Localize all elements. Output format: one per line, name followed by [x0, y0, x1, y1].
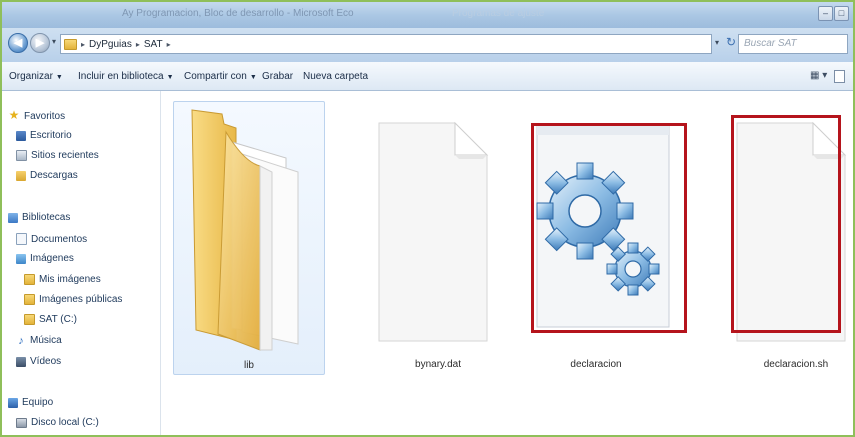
window-controls: – □ [818, 6, 849, 21]
folder-icon [24, 314, 35, 325]
address-dropdown[interactable]: ▾ [715, 38, 719, 47]
share-with-button[interactable]: Compartir con ▼ [184, 71, 257, 82]
pictures-icon [16, 253, 26, 264]
minimize-icon[interactable]: – [818, 6, 833, 21]
new-folder-button[interactable]: Nueva carpeta [303, 71, 368, 82]
nav-recent[interactable]: Sitios recientes [16, 150, 99, 161]
downloads-icon [16, 170, 26, 181]
folder-icon [24, 274, 35, 285]
nav-videos[interactable]: Vídeos [16, 356, 61, 367]
nav-computer[interactable]: Equipo [8, 397, 53, 408]
include-library-button[interactable]: Incluir en biblioteca ▼ [78, 71, 174, 82]
burn-button[interactable]: Grabar [262, 71, 293, 82]
highlight-frame [731, 115, 841, 333]
disk-drive-icon [16, 417, 27, 428]
window-title-ghost: Programas de ajuste [452, 8, 545, 19]
preview-pane-icon[interactable] [834, 70, 845, 83]
breadcrumb-sat[interactable]: SAT [144, 39, 163, 50]
video-icon [16, 356, 26, 367]
file-name: declaracion.sh [763, 359, 829, 370]
nav-music[interactable]: ♪ Música [16, 334, 61, 347]
nav-pictures[interactable]: Imágenes [16, 253, 74, 264]
back-button[interactable]: ◀ [8, 33, 28, 53]
nav-my-pictures[interactable]: Mis imágenes [24, 274, 101, 285]
desktop-icon [16, 130, 26, 141]
file-name: bynary.dat [415, 359, 461, 370]
file-name: lib [243, 360, 254, 371]
nav-downloads[interactable]: Descargas [16, 170, 78, 181]
nav-sat-drive[interactable]: SAT (C:) [24, 314, 77, 325]
command-bar: Organizar ▼ Incluir en biblioteca ▼ Compar… [2, 62, 853, 91]
maximize-icon[interactable]: □ [834, 6, 849, 21]
star-icon: ★ [8, 108, 20, 122]
search-input[interactable]: Buscar SAT [738, 34, 848, 54]
nav-libraries[interactable]: Bibliotecas [8, 212, 70, 223]
view-options-icon[interactable]: ▦ ▾ [810, 70, 827, 81]
recent-places-icon [16, 150, 27, 161]
address-row: ◀ ▶ ▾ ▸ DyPguias ▸ SAT ▸ ▾ ↻ Buscar SAT [2, 28, 853, 62]
folder-icon [24, 294, 35, 305]
nav-public-pictures[interactable]: Imágenes públicas [24, 294, 122, 305]
nav-favorites[interactable]: ★ Favoritos [8, 108, 66, 122]
document-icon [16, 233, 27, 245]
organize-button[interactable]: Organizar ▼ [9, 71, 63, 82]
breadcrumb-dypguias[interactable]: DyPguias [89, 39, 132, 50]
forward-button[interactable]: ▶ [30, 33, 50, 53]
nav-desktop[interactable]: Escritorio [16, 130, 72, 141]
computer-icon [8, 397, 18, 408]
folder-icon [191, 109, 299, 351]
navigation-pane: ★ Favoritos Escritorio Sitios recientes D… [2, 91, 161, 435]
recent-pages-dropdown[interactable]: ▾ [52, 37, 56, 46]
title-bar: Ay Programacion, Bloc de desarrollo - Mi… [2, 2, 853, 28]
search-placeholder: Buscar SAT [744, 38, 797, 49]
file-item-lib[interactable]: lib [173, 101, 325, 375]
file-list: lib bynary.dat declaracion declaracion.s… [161, 91, 853, 435]
file-name: declaracion [570, 359, 622, 370]
explorer-window: Ay Programacion, Bloc de desarrollo - Mi… [0, 0, 855, 437]
chevron-right-icon[interactable]: ▸ [167, 40, 171, 49]
nav-local-disk[interactable]: Disco local (C:) [16, 417, 99, 428]
libraries-icon [8, 212, 18, 223]
address-bar[interactable]: ▸ DyPguias ▸ SAT ▸ [60, 34, 712, 54]
folder-icon [64, 38, 77, 50]
refresh-icon[interactable]: ↻ [726, 35, 736, 49]
document-icon [378, 121, 489, 342]
file-item-bynary[interactable]: bynary.dat [363, 101, 513, 373]
highlight-frame [531, 123, 687, 333]
chevron-right-icon[interactable]: ▸ [136, 40, 140, 49]
nav-documents[interactable]: Documentos [16, 233, 87, 245]
music-icon: ♪ [18, 334, 24, 347]
window-title: Ay Programacion, Bloc de desarrollo - Mi… [122, 8, 354, 19]
chevron-right-icon[interactable]: ▸ [81, 40, 85, 49]
